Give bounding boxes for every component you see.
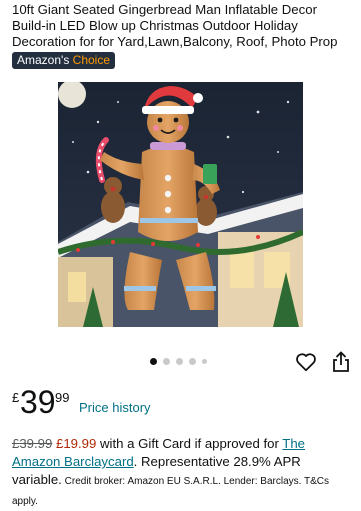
product-title: 10ft Giant Seated Gingerbread Man Inflat… [12,2,338,49]
amazons-choice-badge[interactable]: Amazon's Choice [12,52,116,69]
badge-accent: Choice [72,53,111,67]
share-button[interactable] [331,351,351,373]
price-whole: 39 [20,384,56,420]
pagination-dot[interactable] [150,358,157,365]
price-currency: £ [12,390,20,405]
share-icon [333,351,349,372]
pagination-dot[interactable] [202,359,207,364]
pagination-dot[interactable] [163,358,170,365]
price-history-link[interactable]: Price history [79,400,151,415]
product-image[interactable] [58,82,303,327]
old-price: £39.99 [12,436,53,451]
offer-price: £19.99 [56,436,97,451]
price-fraction: 99 [55,390,70,405]
pagination-dot[interactable] [176,358,183,365]
heart-icon [296,353,316,372]
gingerbread-inflatable-image [58,82,303,327]
favorite-button[interactable] [295,351,317,373]
gift-text: with a Gift Card if approved for [96,436,283,451]
badge-prefix: Amazon's [17,53,73,67]
pagination-dot[interactable] [189,358,196,365]
